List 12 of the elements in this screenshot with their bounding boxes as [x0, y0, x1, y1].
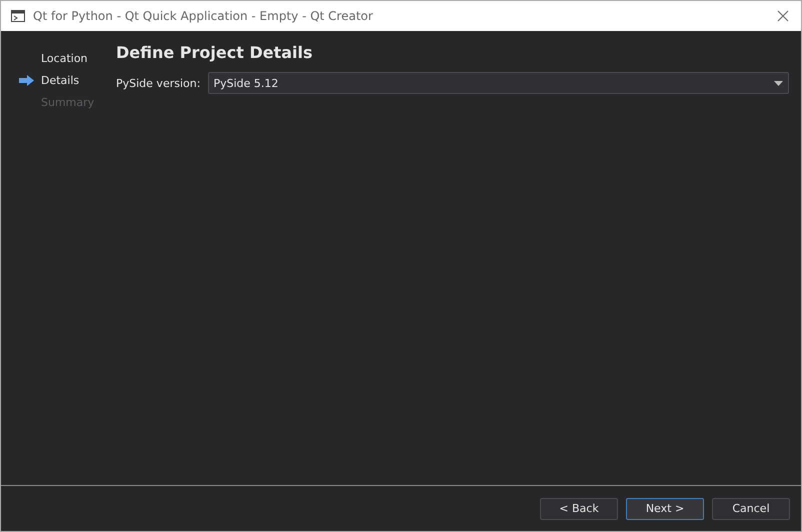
wizard-button[interactable]: Next > [626, 498, 704, 520]
app-icon [11, 10, 25, 22]
wizard-step: Details [41, 74, 80, 87]
close-icon[interactable] [777, 10, 789, 22]
dropdown-arrow-icon [774, 80, 783, 86]
version-dropdown[interactable]: PySide 5.12 [208, 72, 789, 94]
window-title: Qt for Python - Qt Quick Application - Empty - Qt Creator [33, 9, 374, 23]
wizard-button[interactable]: < Back [540, 498, 618, 520]
wizard-step: Location [41, 52, 88, 65]
page-heading: Define Project Details [116, 43, 314, 62]
wizard-button[interactable]: Cancel [712, 498, 790, 520]
field-label: PySide version: [116, 76, 200, 90]
